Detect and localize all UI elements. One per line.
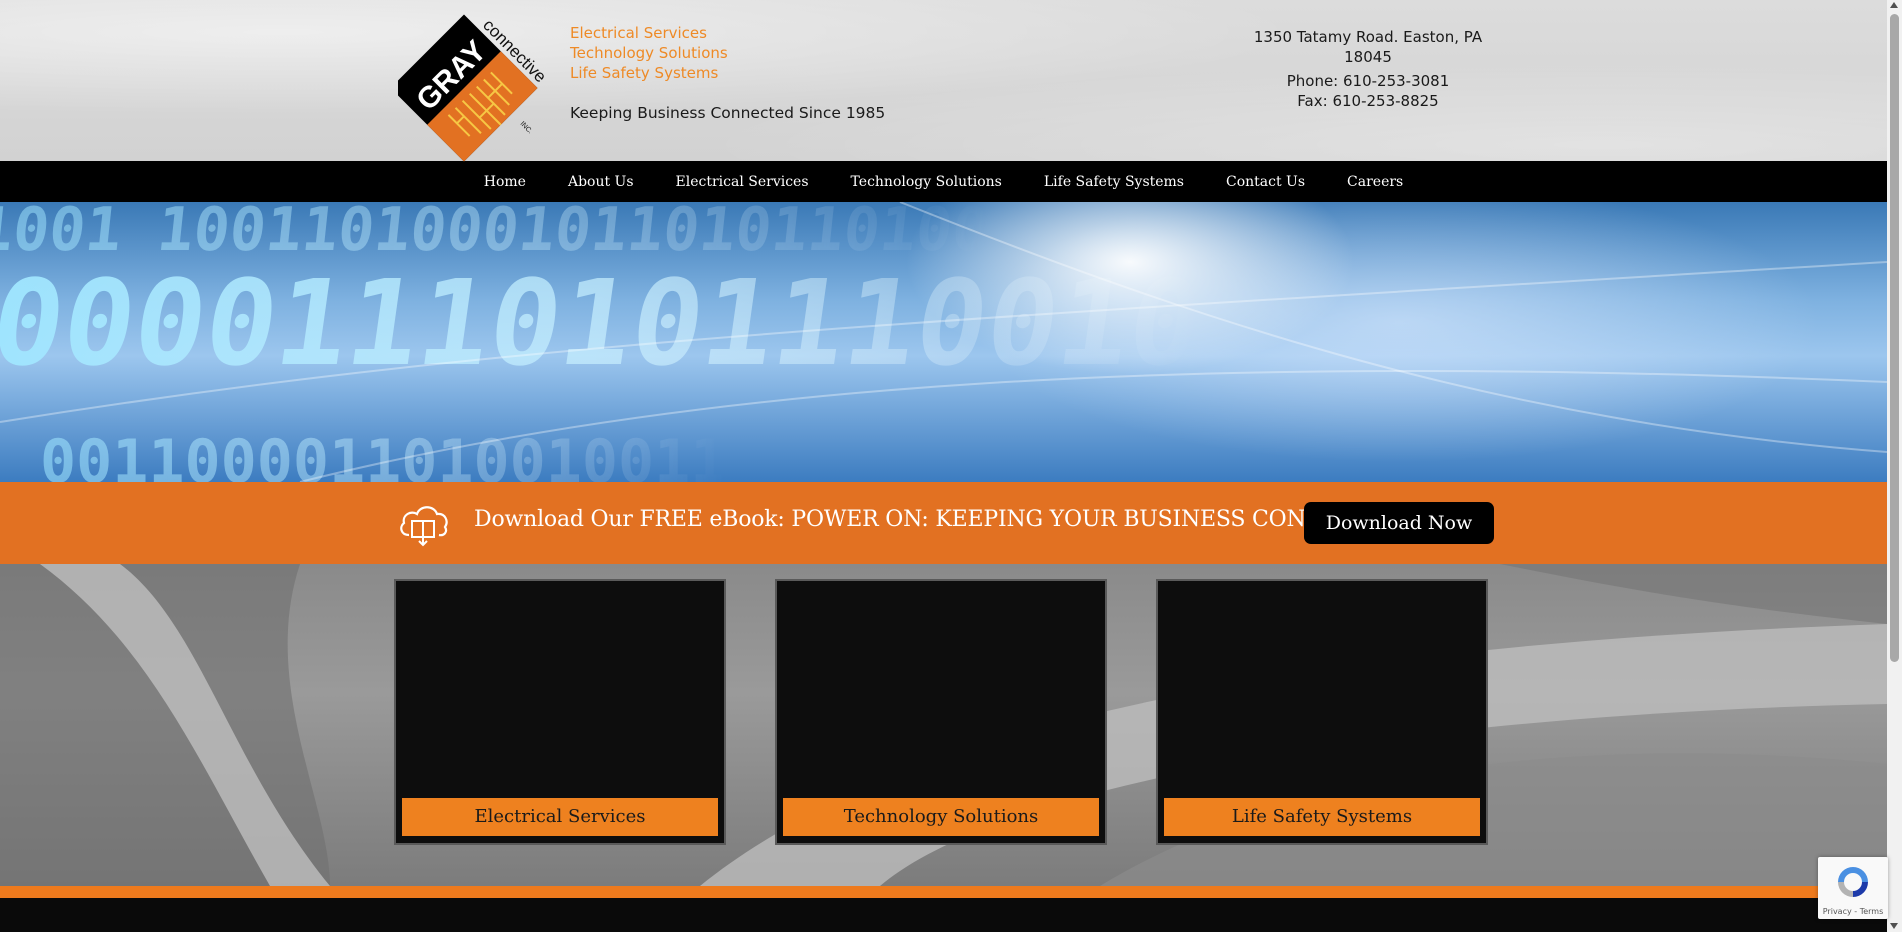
card-technology-solutions[interactable]: Technology Solutions	[775, 579, 1107, 845]
scroll-up-arrow-icon[interactable]	[1890, 2, 1898, 8]
svg-text:INC.: INC.	[519, 120, 534, 135]
card-label[interactable]: Life Safety Systems	[1164, 798, 1480, 836]
tagline-electrical: Electrical Services	[570, 24, 707, 42]
header-taglines: Electrical Services Technology Solutions…	[570, 23, 728, 83]
binary-code-graphic: 1001 10011010001011010110100 00001110101…	[0, 202, 1887, 482]
svg-text:0011000011010010011: 0011000011010010011	[40, 427, 726, 482]
nav-item-careers[interactable]: Careers	[1326, 174, 1424, 190]
address: 1350 Tatamy Road. Easton, PA 18045	[1253, 28, 1483, 66]
cloud-ebook-icon	[400, 506, 448, 547]
recaptcha-links[interactable]: Privacy - Terms	[1818, 907, 1888, 916]
download-now-button[interactable]: Download Now	[1304, 502, 1494, 544]
nav-item-electrical-services[interactable]: Electrical Services	[655, 174, 830, 190]
scroll-thumb[interactable]	[1890, 14, 1899, 662]
footer-orange-strip	[0, 886, 1887, 898]
recaptcha-icon	[1838, 867, 1868, 897]
nav-item-contact-us[interactable]: Contact Us	[1205, 174, 1326, 190]
svg-text:00001110101110010: 00001110101110010	[0, 255, 1210, 392]
recaptcha-badge[interactable]: Privacy - Terms	[1818, 857, 1888, 919]
services-cards-section: Electrical Services Technology Solutions…	[0, 564, 1887, 886]
tagline-life-safety: Life Safety Systems	[570, 64, 719, 82]
tagline-technology: Technology Solutions	[570, 44, 728, 62]
footer-black-strip	[0, 898, 1887, 932]
ebook-promo-text: Download Our FREE eBook: POWER ON: KEEPI…	[474, 507, 1405, 532]
contact-info: 1350 Tatamy Road. Easton, PA 18045 Phone…	[1240, 27, 1496, 111]
nav-item-about-us[interactable]: About Us	[547, 174, 655, 190]
main-nav: Home About Us Electrical Services Techno…	[0, 161, 1887, 202]
since-slogan: Keeping Business Connected Since 1985	[570, 104, 886, 122]
card-life-safety-systems[interactable]: Life Safety Systems	[1156, 579, 1488, 845]
gray-connective-logo[interactable]: GRAY connective INC.	[398, 12, 546, 168]
nav-item-life-safety-systems[interactable]: Life Safety Systems	[1023, 174, 1205, 190]
nav-item-technology-solutions[interactable]: Technology Solutions	[830, 174, 1023, 190]
page-scrollbar[interactable]	[1887, 0, 1902, 932]
scroll-down-arrow-icon[interactable]	[1890, 923, 1898, 929]
card-label[interactable]: Electrical Services	[402, 798, 718, 836]
card-electrical-services[interactable]: Electrical Services	[394, 579, 726, 845]
nav-item-home[interactable]: Home	[463, 174, 547, 190]
ebook-promo-bar: Download Our FREE eBook: POWER ON: KEEPI…	[0, 482, 1887, 564]
fax-number: Fax: 610-253-8825	[1297, 92, 1439, 110]
site-header: GRAY connective INC. Electrical Services…	[0, 0, 1887, 162]
phone-number[interactable]: Phone: 610-253-3081	[1240, 71, 1496, 91]
card-label[interactable]: Technology Solutions	[783, 798, 1099, 836]
hero-banner: 1001 10011010001011010110100 00001110101…	[0, 202, 1887, 482]
